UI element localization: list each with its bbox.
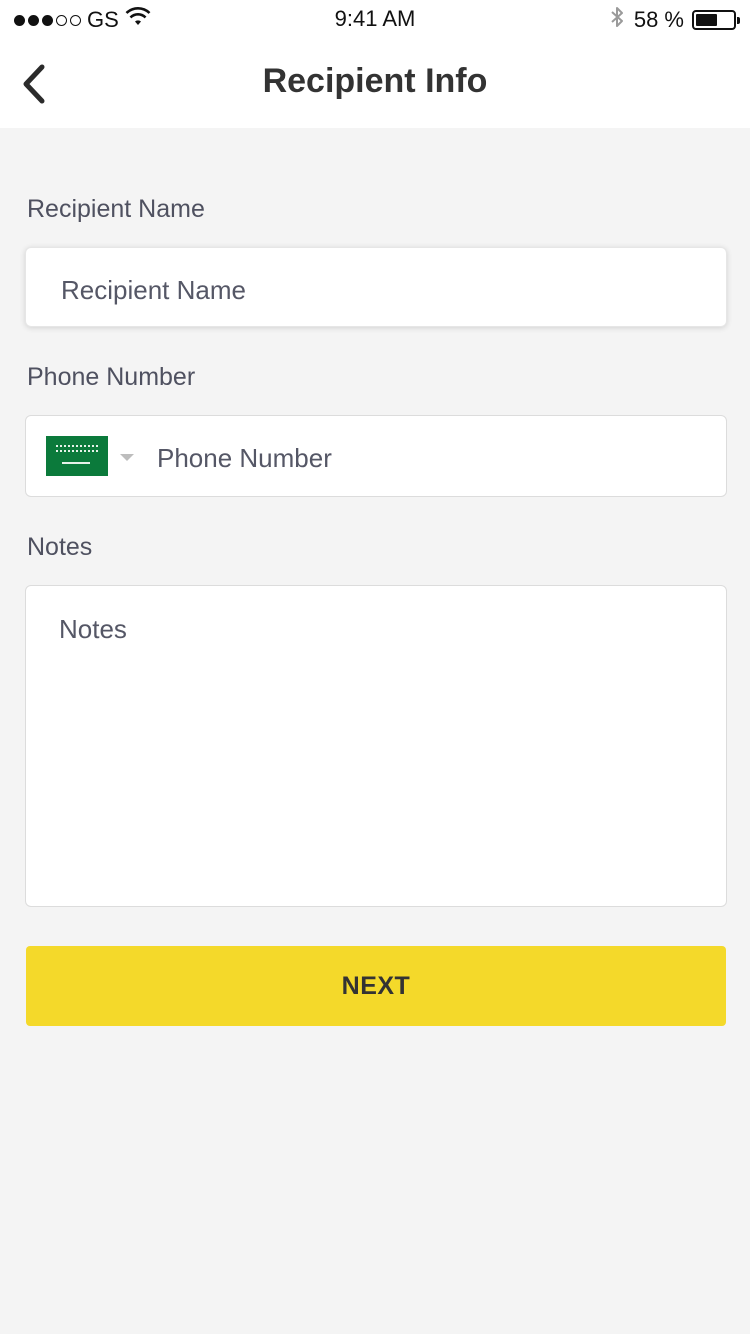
status-right: 58 % [608,5,740,35]
recipient-name-label: Recipient Name [27,195,205,223]
carrier-label: GS [87,7,119,32]
notes-textarea[interactable] [59,614,699,884]
battery-icon [692,10,740,30]
phone-number-field-container [25,415,727,497]
status-bar: GS 9:41 AM 58 % [0,0,750,40]
chevron-down-icon[interactable] [120,454,134,461]
status-left: GS [14,6,151,34]
saudi-arabia-flag-icon[interactable] [46,436,108,476]
battery-percentage: 58 % [633,7,684,32]
navigation-bar: Recipient Info [0,40,750,128]
recipient-name-field-container [25,247,727,327]
recipient-name-input[interactable] [61,272,701,308]
notes-label: Notes [27,533,93,561]
bluetooth-icon [608,5,626,35]
next-button[interactable]: NEXT [26,946,726,1026]
signal-strength-icon [14,14,81,26]
notes-field-container [25,585,727,907]
wifi-icon [125,7,151,33]
chevron-left-icon [23,64,45,104]
page-title: Recipient Info [262,62,488,100]
phone-number-input[interactable] [157,440,697,476]
back-button[interactable] [12,60,56,108]
phone-number-label: Phone Number [27,363,196,391]
